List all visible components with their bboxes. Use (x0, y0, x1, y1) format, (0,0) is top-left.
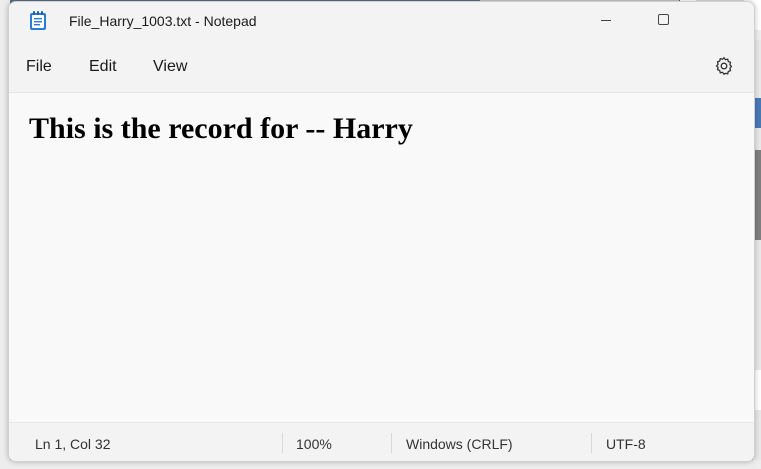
menu-file[interactable]: File (26, 58, 52, 76)
menu-bar: File Edit View (9, 40, 754, 93)
encoding[interactable]: UTF-8 (606, 436, 646, 452)
gear-icon[interactable] (714, 56, 734, 76)
text-editor[interactable]: This is the record for -- Harry (9, 93, 754, 422)
cursor-position[interactable]: Ln 1, Col 32 (35, 436, 111, 452)
status-divider (282, 433, 283, 453)
status-divider (591, 433, 592, 453)
notepad-icon (29, 11, 47, 31)
status-divider (391, 433, 392, 453)
line-ending[interactable]: Windows (CRLF) (406, 436, 513, 452)
minimize-button[interactable] (583, 2, 629, 40)
document-text[interactable]: This is the record for -- Harry (29, 112, 413, 146)
title-bar[interactable]: File_Harry_1003.txt - Notepad (9, 2, 754, 40)
menu-view[interactable]: View (153, 58, 187, 76)
menu-edit[interactable]: Edit (89, 58, 117, 76)
zoom-level[interactable]: 100% (296, 436, 332, 452)
window-title: File_Harry_1003.txt - Notepad (69, 13, 257, 29)
minimize-icon (601, 19, 611, 21)
notepad-window: File_Harry_1003.txt - Notepad File Edit … (8, 1, 755, 462)
status-bar: Ln 1, Col 32 100% Windows (CRLF) UTF-8 (9, 422, 754, 461)
maximize-icon (657, 13, 669, 25)
maximize-button[interactable] (640, 2, 686, 40)
